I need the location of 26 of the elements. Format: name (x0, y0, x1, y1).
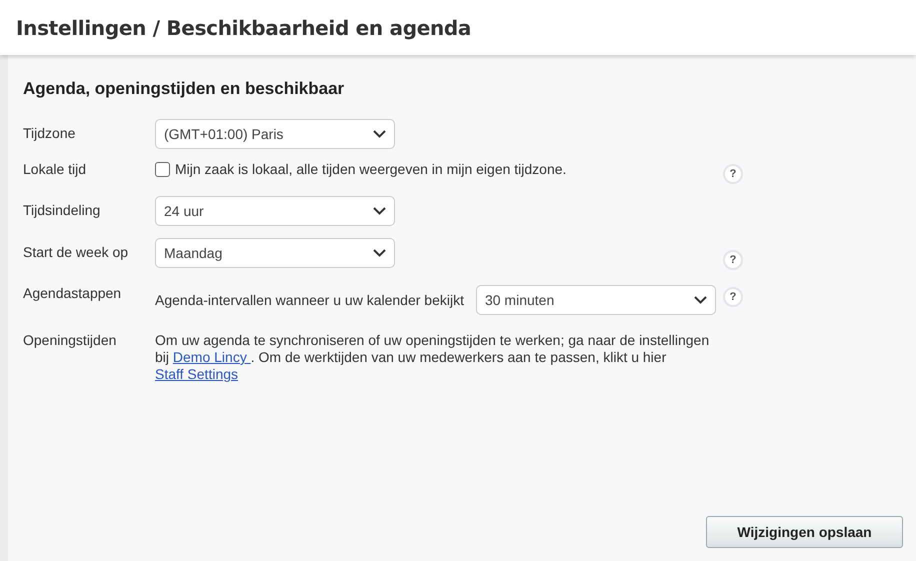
help-icon[interactable]: ? (723, 287, 743, 307)
field-label: Tijdsindeling (23, 201, 102, 218)
field-label: Openingstijden (23, 332, 118, 348)
settings-link[interactable]: Demo Lincy (172, 349, 251, 365)
field-label: Agendastappen (23, 285, 122, 301)
select-field[interactable]: 24 uur (155, 196, 395, 226)
field-description: Agenda-intervallen wanneer u uw kalender bekijkt (155, 292, 464, 308)
settings-link[interactable]: Staff Settings (155, 366, 238, 382)
chevron-down-icon (694, 296, 707, 304)
select-field[interactable]: Maandag (155, 238, 395, 268)
field-label: Tijdzone (23, 124, 76, 141)
help-icon[interactable]: ? (723, 164, 743, 184)
select-field[interactable]: 30 minuten (476, 285, 716, 315)
section-title: Agenda, openingstijden en beschikbaar (23, 79, 346, 99)
help-icon[interactable]: ? (723, 250, 743, 270)
select-field[interactable]: (GMT+01:00) Paris (155, 119, 395, 149)
local-time-checkbox-label[interactable]: Mijn zaak is lokaal, alle tijden weergeven in mijn eigen tijdzone. (155, 161, 723, 177)
page-title: Instellingen / Beschikbaarheid en agenda (16, 16, 472, 40)
chevron-down-icon (373, 249, 386, 257)
checkbox[interactable] (155, 162, 170, 176)
save-button[interactable]: Wijzigingen opslaan (706, 516, 903, 548)
chevron-down-icon (373, 207, 386, 215)
field-label: Start de week op (23, 243, 130, 260)
field-label: Lokale tijd (23, 161, 88, 177)
chevron-down-icon (373, 130, 386, 138)
info-paragraph: Om uw agenda te synchroniseren of uw openingstijden te werken; ga naar de instellingen bij Demo Lincy . Om de werktijden van uw medewerkers aan te passen, klikt u hier Staff Settings (155, 332, 710, 383)
